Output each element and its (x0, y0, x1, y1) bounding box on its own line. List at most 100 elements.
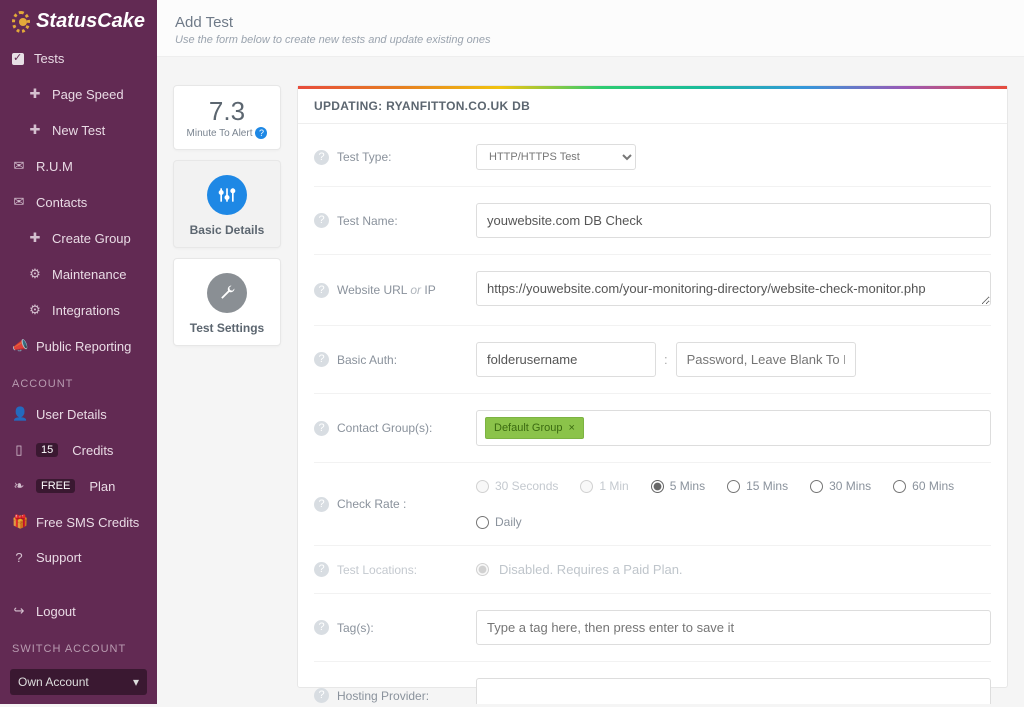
wrench-icon (207, 273, 247, 313)
nav-new-test[interactable]: ✚New Test (0, 112, 157, 148)
envelope-icon: ✉ (12, 158, 26, 174)
label-hosting: Hosting Provider: (337, 689, 429, 703)
nav-plan[interactable]: ❧FREEPlan (0, 468, 157, 504)
main: Add Test Use the form below to create ne… (157, 0, 1024, 704)
nav-contacts[interactable]: ✉Contacts (0, 184, 157, 220)
auth-pass-input[interactable] (676, 342, 856, 377)
label-test-name: Test Name: (337, 214, 398, 228)
remove-tag-icon[interactable]: × (568, 422, 574, 434)
label-locations: Test Locations: (337, 563, 417, 577)
alert-label: Minute To Alert (187, 128, 253, 139)
switch-selected: Own Account (18, 675, 89, 689)
rate-option: 30 Seconds (476, 479, 558, 493)
nav-public-reporting[interactable]: 📣Public Reporting (0, 328, 157, 364)
rate-option[interactable]: 15 Mins (727, 479, 788, 493)
row-hosting: ? Hosting Provider: (314, 662, 991, 704)
rate-option[interactable]: 5 Mins (651, 479, 705, 493)
contact-groups-box[interactable]: Default Group× (476, 410, 991, 446)
label-rate: Check Rate : (337, 497, 406, 511)
nav-create-group[interactable]: ✚Create Group (0, 220, 157, 256)
sidebar: StatusCake Tests ✚Page Speed ✚New Test ✉… (0, 0, 157, 704)
panel-title: UPDATING: RYANFITTON.CO.UK DB (298, 89, 1007, 124)
help-icon[interactable]: ? (314, 562, 329, 577)
form-panel: UPDATING: RYANFITTON.CO.UK DB ?Test Type… (297, 85, 1008, 688)
nav-page-speed[interactable]: ✚Page Speed (0, 76, 157, 112)
plus-icon: ✚ (28, 230, 42, 246)
label-auth: Basic Auth: (337, 353, 397, 367)
help-icon[interactable]: ? (314, 150, 329, 165)
rate-radio[interactable] (727, 480, 740, 493)
logo-icon (12, 11, 30, 33)
credits-badge: 15 (36, 443, 58, 457)
plus-icon: ✚ (28, 86, 42, 102)
help-icon[interactable]: ? (314, 283, 329, 298)
help-icon[interactable]: ? (314, 213, 329, 228)
nav-free-sms[interactable]: 🎁Free SMS Credits (0, 504, 157, 540)
rate-radio[interactable] (651, 480, 664, 493)
test-settings-tile[interactable]: Test Settings (173, 258, 281, 346)
mobile-icon: ▯ (12, 442, 26, 458)
nav-logout[interactable]: ↪Logout (0, 593, 157, 629)
help-icon[interactable]: ? (314, 688, 329, 703)
nav-support[interactable]: ?Support (0, 540, 157, 575)
logout-icon: ↪ (12, 603, 26, 619)
nav-credits[interactable]: ▯15Credits (0, 432, 157, 468)
nav-rum[interactable]: ✉R.U.M (0, 148, 157, 184)
page-title: Add Test (175, 14, 1006, 31)
hosting-input[interactable] (476, 678, 991, 704)
url-input[interactable]: https://youwebsite.com/your-monitoring-d… (476, 271, 991, 306)
rate-radio[interactable] (810, 480, 823, 493)
rate-option[interactable]: Daily (476, 515, 522, 529)
check-rate-group: 30 Seconds 1 Min 5 Mins 15 Mins 30 Mins 60 Mi… (476, 479, 991, 529)
plan-badge: FREE (36, 479, 75, 493)
rate-radio[interactable] (476, 516, 489, 529)
gear-icon: ⚙ (28, 266, 42, 282)
alert-tile: 7.3 Minute To Alert? (173, 85, 281, 150)
tags-input[interactable] (476, 610, 991, 645)
brand-text: StatusCake (36, 10, 145, 33)
row-check-rate: ? Check Rate : 30 Seconds 1 Min 5 Mins 15 Mi… (314, 463, 991, 546)
logo[interactable]: StatusCake (0, 0, 157, 41)
account-heading: ACCOUNT (0, 364, 157, 396)
help-icon[interactable]: ? (314, 620, 329, 635)
nav-integrations[interactable]: ⚙Integrations (0, 292, 157, 328)
test-type-select[interactable]: HTTP/HTTPS Test (476, 144, 636, 170)
user-icon: 👤 (12, 406, 26, 422)
rate-radio[interactable] (893, 480, 906, 493)
question-icon: ? (12, 550, 26, 565)
auth-user-input[interactable] (476, 342, 656, 377)
rate-option[interactable]: 30 Mins (810, 479, 871, 493)
nav-main: Tests ✚Page Speed ✚New Test ✉R.U.M ✉Cont… (0, 41, 157, 364)
help-icon[interactable]: ? (314, 421, 329, 436)
sliders-icon (207, 175, 247, 215)
row-tags: ? Tag(s): (314, 594, 991, 662)
help-icon[interactable]: ? (255, 127, 267, 139)
gift-icon: 🎁 (12, 514, 26, 530)
nav-logout-group: ↪Logout (0, 593, 157, 629)
rate-option[interactable]: 60 Mins (893, 479, 954, 493)
row-basic-auth: ? Basic Auth: : (314, 326, 991, 394)
locations-radio (476, 563, 489, 576)
basic-details-label: Basic Details (180, 223, 274, 237)
alert-value: 7.3 (180, 96, 274, 127)
label-url: Website URL or IP (337, 283, 436, 297)
chevron-down-icon: ▾ (133, 675, 139, 689)
test-name-input[interactable] (476, 203, 991, 238)
plus-icon: ✚ (28, 122, 42, 138)
row-url: ? Website URL or IP https://youwebsite.c… (314, 255, 991, 326)
check-icon (12, 53, 24, 65)
row-locations: ?Test Locations: Disabled. Requires a Pa… (314, 546, 991, 594)
rate-radio (476, 480, 489, 493)
help-icon[interactable]: ? (314, 497, 329, 512)
nav-maintenance[interactable]: ⚙Maintenance (0, 256, 157, 292)
basic-details-tile[interactable]: Basic Details (173, 160, 281, 248)
switch-account-select[interactable]: Own Account ▾ (10, 669, 147, 695)
colon: : (664, 352, 668, 367)
help-icon[interactable]: ? (314, 352, 329, 367)
nav-tests[interactable]: Tests (0, 41, 157, 76)
label-tags: Tag(s): (337, 621, 374, 635)
row-contact-groups: ?Contact Group(s): Default Group× (314, 394, 991, 463)
step-tiles: 7.3 Minute To Alert? Basic Details Test … (173, 85, 281, 688)
nav-user-details[interactable]: 👤User Details (0, 396, 157, 432)
rate-option: 1 Min (580, 479, 628, 493)
